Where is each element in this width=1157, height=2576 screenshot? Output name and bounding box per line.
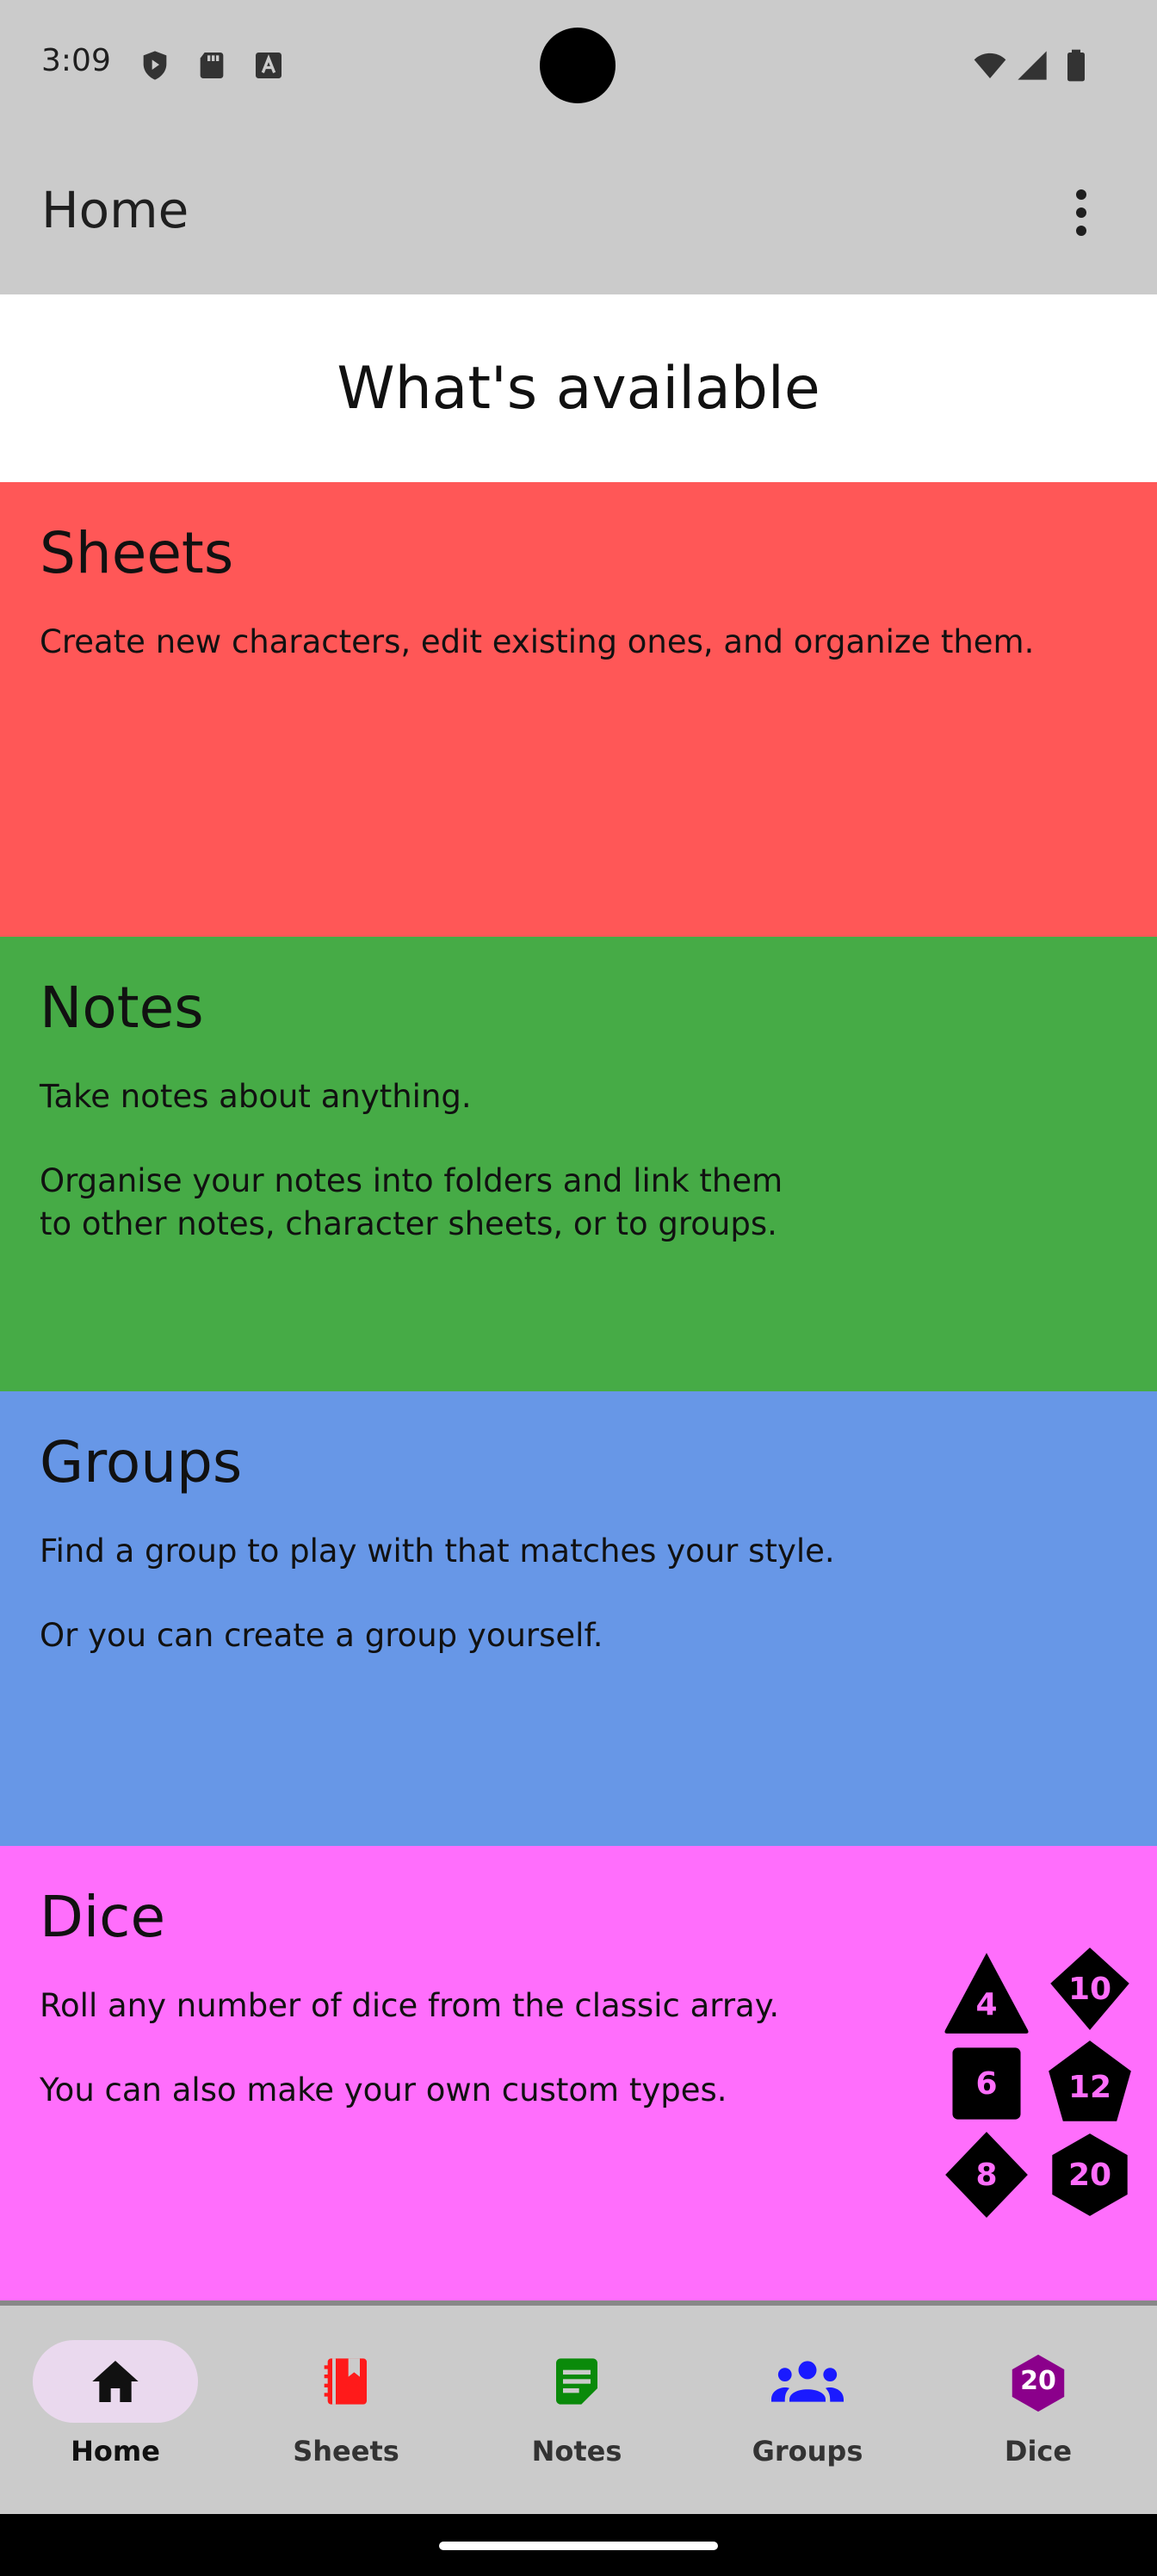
d4-label: 4: [975, 1986, 998, 2022]
section-header-title: What's available: [337, 354, 820, 423]
more-vert-dot: [1076, 207, 1086, 218]
sheets-card-text: Create new characters, edit existing one…: [40, 623, 1035, 660]
dice-card-title: Dice: [40, 1884, 166, 1950]
groups-card-text-1: Find a group to play with that matches y…: [40, 1533, 835, 1570]
groups-card[interactable]: Groups Find a group to play with that ma…: [0, 1391, 1157, 1846]
nav-item-notes[interactable]: Notes: [461, 2306, 692, 2514]
gesture-navigation-bar: [0, 2514, 1157, 2576]
d20-icon: 20: [1045, 2130, 1135, 2220]
groups-card-title: Groups: [40, 1429, 243, 1495]
section-header: What's available: [0, 294, 1157, 482]
nav-label-dice: Dice: [1004, 2435, 1073, 2468]
camera-cutout: [540, 28, 616, 103]
nav-item-groups[interactable]: Groups: [692, 2306, 923, 2514]
home-icon: [92, 2361, 139, 2402]
d20-label: 20: [1067, 2157, 1112, 2193]
sheets-card-title: Sheets: [40, 520, 234, 586]
nav-label-groups: Groups: [752, 2435, 863, 2468]
d12-label: 12: [1067, 2069, 1112, 2105]
sheets-card[interactable]: Sheets Create new characters, edit exist…: [0, 482, 1157, 937]
bottom-navigation: Home Sheets Notes Groups 20 Dice: [0, 2306, 1157, 2514]
status-time: 3:09: [41, 43, 111, 78]
text-a-icon: [256, 53, 282, 78]
shield-icon: [143, 51, 167, 80]
d8-label: 8: [975, 2157, 998, 2193]
d4-icon: 4: [942, 1947, 1031, 2037]
nav-label-sheets: Sheets: [293, 2435, 399, 2468]
nav-item-sheets[interactable]: Sheets: [231, 2306, 461, 2514]
notes-card-text-2: Organise your notes into folders and lin…: [40, 1162, 783, 1242]
app-bar: Home: [0, 131, 1157, 294]
wifi-icon: [974, 53, 1006, 78]
groups-card-text-2: Or you can create a group yourself.: [40, 1617, 603, 1654]
notes-card[interactable]: Notes Take notes about anything. Organis…: [0, 937, 1157, 1391]
page-title: Home: [41, 181, 189, 239]
d6-icon: 6: [942, 2039, 1031, 2128]
d8-icon: 8: [942, 2130, 1031, 2220]
groups-icon: [771, 2361, 844, 2402]
nav-item-dice[interactable]: 20 Dice: [923, 2306, 1154, 2514]
cellular-signal-icon: [1018, 51, 1047, 80]
d10-label: 10: [1067, 1971, 1112, 2007]
nav-label-home: Home: [71, 2435, 160, 2468]
battery-icon: [1067, 49, 1085, 82]
sd-card-icon: [200, 53, 224, 78]
notebook-icon: [324, 2358, 367, 2405]
nav-item-home[interactable]: Home: [0, 2306, 231, 2514]
d12-icon: 12: [1045, 2037, 1135, 2127]
d6-label: 6: [975, 2065, 998, 2102]
d10-icon: 10: [1045, 1944, 1135, 2034]
gesture-handle[interactable]: [439, 2542, 718, 2550]
notes-card-text-1: Take notes about anything.: [40, 1078, 472, 1115]
nav-label-notes: Notes: [531, 2435, 622, 2468]
notes-card-title: Notes: [40, 975, 204, 1041]
more-vert-dot: [1076, 226, 1086, 236]
overflow-menu-button[interactable]: [1055, 183, 1107, 243]
dice-icons-grid: 4 10 6 12 8 20: [937, 1947, 1143, 2223]
more-vert-icon: [1076, 189, 1086, 200]
nav-dice-icon-text: 20: [1020, 2366, 1056, 2396]
status-bar: 3:09: [0, 0, 1157, 131]
note-icon: [556, 2358, 597, 2405]
